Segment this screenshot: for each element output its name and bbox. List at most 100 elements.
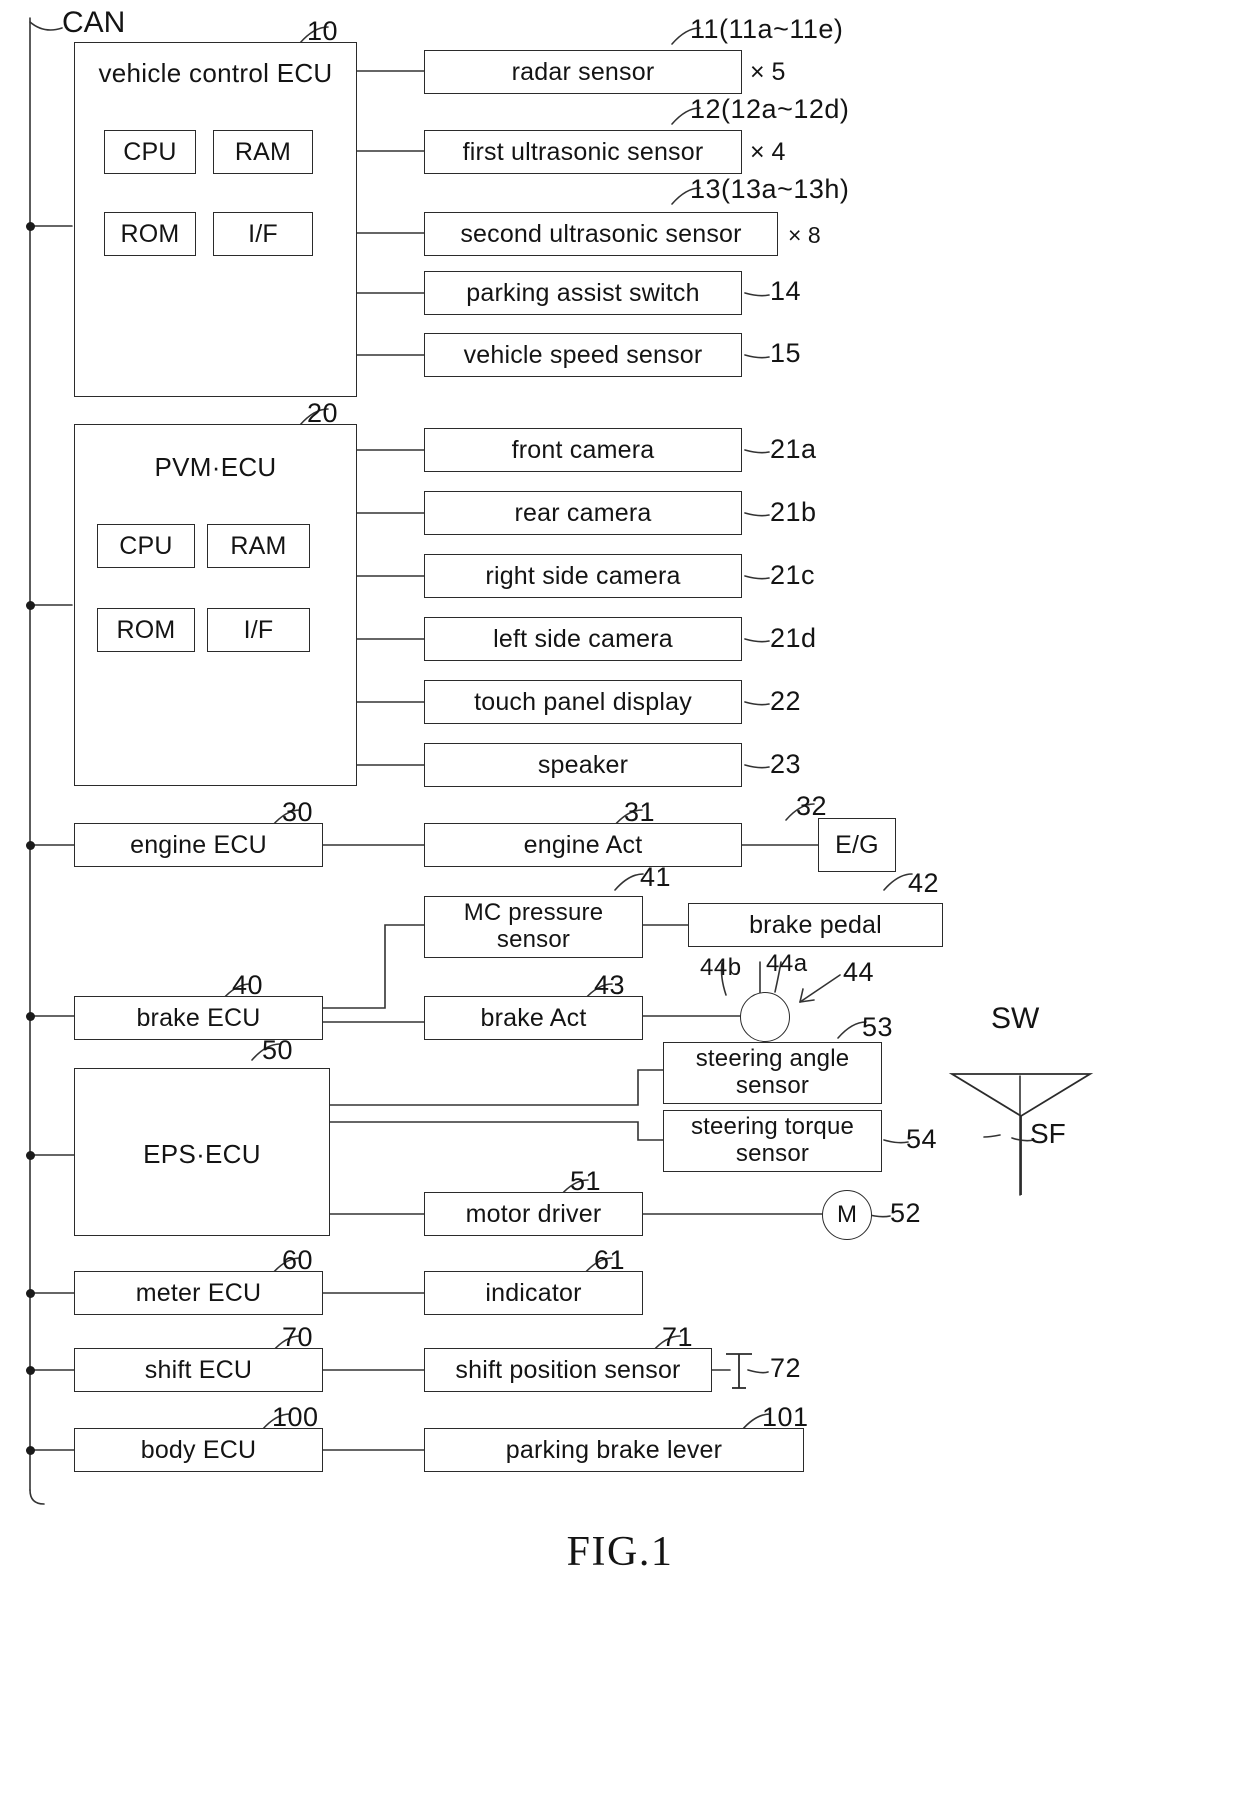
radar-sensor-count: × 5 xyxy=(750,58,786,86)
steering-wheel-label: SW xyxy=(991,1002,1040,1035)
brake-pedal-label: brake pedal xyxy=(749,911,882,939)
steering-wheel-glyph xyxy=(948,1073,1094,1195)
pvm-ecu-module-if: I/F xyxy=(207,608,310,652)
pvm-ecu-title: PVM·ECU xyxy=(154,452,277,482)
eps-ecu-title: EPS·ECU xyxy=(143,1139,261,1169)
parking-brake-lever: parking brake lever xyxy=(424,1428,804,1472)
shift-ecu-label: shift ECU xyxy=(144,1356,253,1384)
ref-13: 13(13a~13h) xyxy=(690,174,850,204)
ref-42: 42 xyxy=(908,868,940,898)
peripheral-label: rear camera xyxy=(514,499,652,527)
ref-32: 32 xyxy=(796,791,828,821)
brake-ecu: brake ECU xyxy=(74,996,323,1040)
steering-torque-sensor: steering torque sensor xyxy=(663,1110,882,1172)
module-label: I/F xyxy=(248,220,278,248)
shift-lever-glyph xyxy=(726,1353,752,1389)
ref-40: 40 xyxy=(232,970,264,1000)
peripheral-front-camera: front camera xyxy=(424,428,742,472)
ref-52: 52 xyxy=(890,1198,922,1228)
peripheral-label: right side camera xyxy=(485,562,681,590)
body-ecu: body ECU xyxy=(74,1428,323,1472)
vehicle-ecu-module-cpu: CPU xyxy=(104,130,196,174)
ref-44: 44 xyxy=(843,957,875,987)
vehicle-control-ecu-title: vehicle control ECU xyxy=(98,58,333,88)
mc-pressure-sensor-label: MC pressure sensor xyxy=(463,899,604,953)
peripheral-parking-assist-switch: parking assist switch xyxy=(424,271,742,315)
parking-brake-lever-label: parking brake lever xyxy=(505,1436,723,1464)
bus-node xyxy=(26,1366,35,1375)
bus-node xyxy=(26,601,35,610)
module-label: RAM xyxy=(234,138,292,166)
peripheral-rear-camera: rear camera xyxy=(424,491,742,535)
ref-12: 12(12a~12d) xyxy=(690,94,850,124)
steering-motor: M xyxy=(822,1190,872,1240)
mc-pressure-sensor: MC pressure sensor xyxy=(424,896,643,958)
module-label: ROM xyxy=(120,220,180,248)
indicator: indicator xyxy=(424,1271,643,1315)
can-bus-label: CAN xyxy=(62,6,126,39)
engine-unit: E/G xyxy=(818,818,896,872)
vehicle-ecu-module-ram: RAM xyxy=(213,130,313,174)
ref-51: 51 xyxy=(570,1166,602,1196)
motor-driver: motor driver xyxy=(424,1192,643,1236)
ref-23: 23 xyxy=(770,749,802,779)
ref-43: 43 xyxy=(594,970,626,1000)
engine-actuator: engine Act xyxy=(424,823,742,867)
brake-actuator-label: brake Act xyxy=(480,1004,587,1032)
bus-node xyxy=(26,1289,35,1298)
ref-54: 54 xyxy=(906,1124,938,1154)
module-label: ROM xyxy=(116,616,176,644)
module-label: CPU xyxy=(123,138,177,166)
steering-angle-sensor: steering angle sensor xyxy=(663,1042,882,1104)
peripheral-label: vehicle speed sensor xyxy=(463,341,703,369)
indicator-label: indicator xyxy=(485,1279,582,1307)
ref-41: 41 xyxy=(640,862,672,892)
peripheral-first-ultrasonic-sensor: first ultrasonic sensor xyxy=(424,130,742,174)
figure-caption: FIG.1 xyxy=(566,1529,674,1575)
steering-angle-sensor-label: steering angle sensor xyxy=(695,1045,850,1099)
ref-44a: 44a xyxy=(766,950,808,977)
peripheral-label: speaker xyxy=(537,751,629,779)
ref-10: 10 xyxy=(307,16,339,46)
body-ecu-label: body ECU xyxy=(140,1436,257,1464)
brake-actuator: brake Act xyxy=(424,996,643,1040)
ref-20: 20 xyxy=(307,398,339,428)
ref-60: 60 xyxy=(282,1245,314,1275)
engine-unit-label: E/G xyxy=(835,831,879,859)
peripheral-radar-sensor: radar sensor xyxy=(424,50,742,94)
peripheral-second-ultrasonic-sensor: second ultrasonic sensor xyxy=(424,212,778,256)
ref-44b: 44b xyxy=(700,954,742,981)
shift-ecu: shift ECU xyxy=(74,1348,323,1392)
ref-101: 101 xyxy=(762,1402,809,1432)
peripheral-left-side-camera: left side camera xyxy=(424,617,742,661)
vehicle-ecu-module-if: I/F xyxy=(213,212,313,256)
peripheral-touch-panel-display: touch panel display xyxy=(424,680,742,724)
bus-node xyxy=(26,222,35,231)
engine-ecu: engine ECU xyxy=(74,823,323,867)
shift-position-sensor: shift position sensor xyxy=(424,1348,712,1392)
peripheral-right-side-camera: right side camera xyxy=(424,554,742,598)
pvm-ecu-module-cpu: CPU xyxy=(97,524,195,568)
module-label: RAM xyxy=(230,532,287,560)
motor-driver-label: motor driver xyxy=(465,1200,602,1228)
ref-21c: 21c xyxy=(770,560,816,590)
vehicle-ecu-module-rom: ROM xyxy=(104,212,196,256)
module-label: I/F xyxy=(243,616,274,644)
ref-61: 61 xyxy=(594,1245,626,1275)
peripheral-speaker: speaker xyxy=(424,743,742,787)
pvm-ecu-module-ram: RAM xyxy=(207,524,310,568)
brake-ecu-label: brake ECU xyxy=(136,1004,261,1032)
meter-ecu: meter ECU xyxy=(74,1271,323,1315)
ref-30: 30 xyxy=(282,797,314,827)
ref-70: 70 xyxy=(282,1322,314,1352)
engine-ecu-label: engine ECU xyxy=(130,831,267,859)
first-ultrasonic-count: × 4 xyxy=(750,138,786,166)
ref-15: 15 xyxy=(770,338,802,368)
ref-53: 53 xyxy=(862,1012,894,1042)
ref-11: 11(11a~11e) xyxy=(690,14,844,44)
steering-torque-sensor-label: steering torque sensor xyxy=(690,1113,855,1167)
meter-ecu-label: meter ECU xyxy=(135,1279,262,1307)
peripheral-vehicle-speed-sensor: vehicle speed sensor xyxy=(424,333,742,377)
peripheral-label: front camera xyxy=(511,436,655,464)
ref-21b: 21b xyxy=(770,497,817,527)
